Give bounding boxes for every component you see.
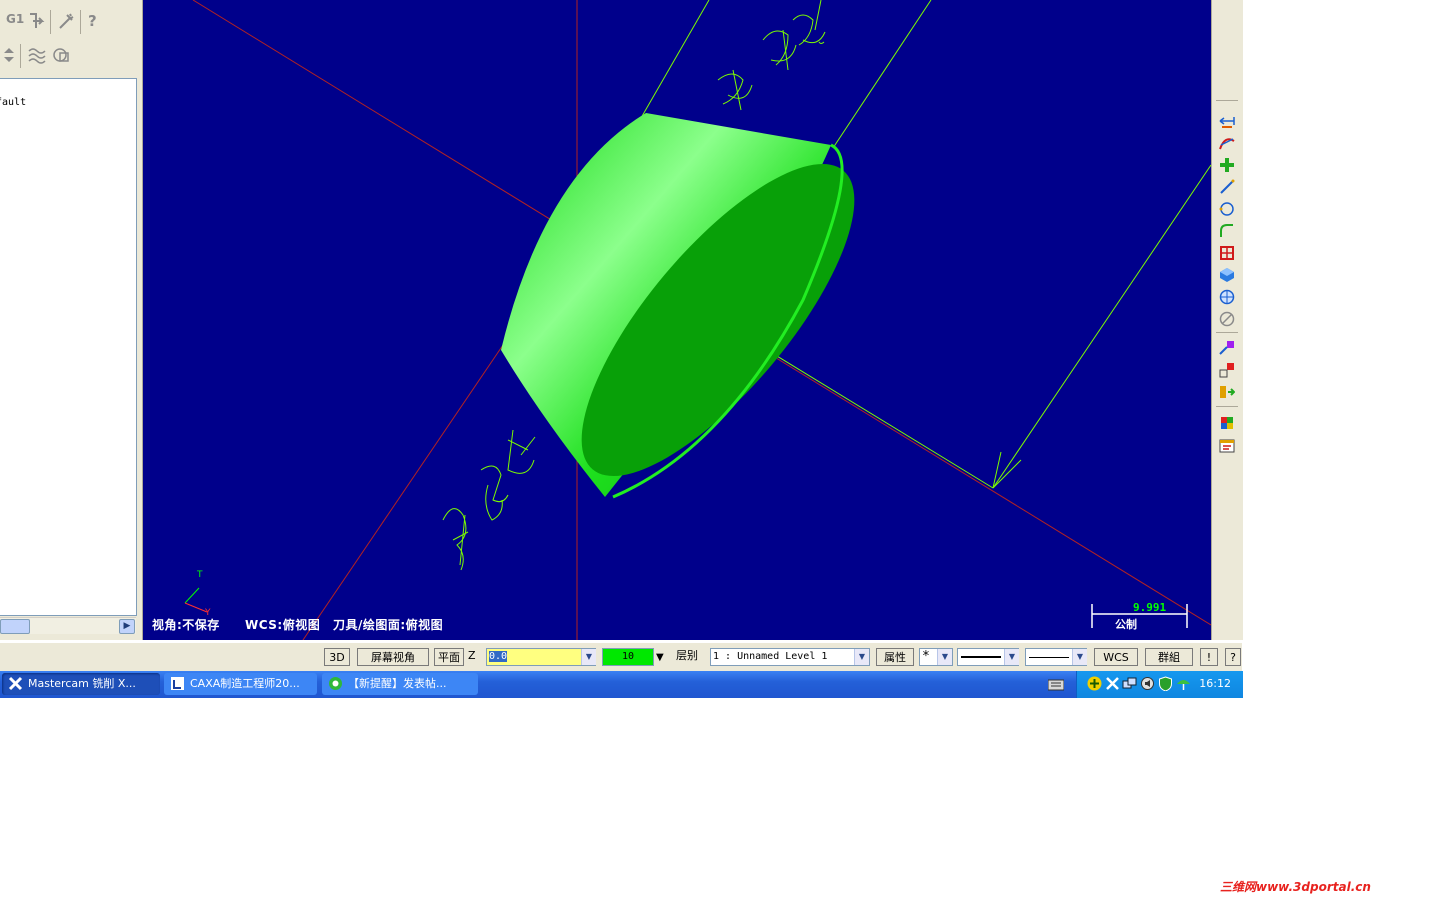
scale-bar: 9.991 公制 <box>1091 600 1191 631</box>
task-label: CAXA制造工程师20... <box>190 677 300 690</box>
point-style-dropdown-icon[interactable]: ▼ <box>937 649 952 665</box>
screen-settings-icon[interactable] <box>1219 438 1235 454</box>
dimension-icon[interactable] <box>1219 113 1235 129</box>
horizontal-scrollbar[interactable]: ▶ <box>0 617 136 634</box>
level-select[interactable]: 1 : Unnamed Level 1 <box>710 648 870 666</box>
help-button[interactable]: ? <box>1225 648 1241 666</box>
group-button[interactable]: 群組 <box>1145 648 1193 666</box>
umbrella-icon[interactable] <box>1176 676 1191 691</box>
system-tray: 16:12 <box>1076 671 1243 698</box>
3d-button[interactable]: 3D <box>324 648 350 666</box>
red-attribute-icon[interactable] <box>1219 362 1235 378</box>
scale-value: 9.991 <box>1133 601 1167 614</box>
scrollbar-thumb[interactable] <box>0 619 30 634</box>
line-tool-icon[interactable] <box>1219 179 1235 195</box>
axis-indicator-icon <box>184 587 208 613</box>
help-button[interactable]: ? <box>88 12 97 32</box>
taskbar-button-browser[interactable]: 【新提醒】发表帖... <box>322 673 478 695</box>
line-width-dropdown-icon[interactable]: ▼ <box>1072 649 1087 665</box>
alert-button[interactable]: ! <box>1200 648 1218 666</box>
screen-view-button[interactable]: 屏幕视角 <box>357 648 429 666</box>
verify-icon[interactable] <box>52 46 70 66</box>
wire-line <box>992 164 1211 489</box>
toolbar-divider <box>80 10 81 34</box>
clock: 16:12 <box>1199 677 1231 690</box>
z-label: Z <box>468 649 476 662</box>
task-label: 【新提醒】发表帖... <box>348 677 447 690</box>
toolbar-divider <box>50 10 51 34</box>
tool-plane-status: 刀具/绘图面:俯视图 <box>333 618 444 632</box>
transform-icon[interactable] <box>1219 384 1235 400</box>
axis-label-top: T <box>197 570 203 580</box>
right-toolbar <box>1211 0 1243 640</box>
axis-line-rising <box>302 344 504 640</box>
add-tray-icon[interactable] <box>1087 676 1102 691</box>
view-status: 视角:不保存 <box>152 618 220 632</box>
fillet-tool-icon[interactable] <box>1219 223 1235 239</box>
solid-box-icon[interactable] <box>1219 267 1235 283</box>
mastercam-tray-icon[interactable] <box>1105 676 1120 691</box>
circle-tool-icon[interactable] <box>1219 201 1235 217</box>
plane-button[interactable]: 平面 <box>434 648 464 666</box>
manager-toolbar-top: G1 ? <box>0 8 140 36</box>
security-shield-icon[interactable] <box>1158 676 1173 691</box>
taskbar-button-mastercam[interactable]: Mastercam 铣削 X... <box>2 673 160 695</box>
graphics-viewport[interactable]: T Y 视角:不保存 WCS:俯视图 刀具/绘图面:俯视图 9.991 公制 <box>143 0 1211 640</box>
magic-wand-icon[interactable] <box>57 12 75 32</box>
spline-icon[interactable] <box>1219 135 1235 151</box>
wire-line <box>832 0 932 149</box>
no-entry-icon[interactable] <box>1219 311 1235 327</box>
wire-line <box>640 0 710 119</box>
volume-icon[interactable] <box>1140 676 1155 691</box>
status-bar: 3D 屏幕视角 平面 Z 0.0 ▼ 10 ▼ 层别 1 : Unnamed L… <box>0 642 1242 671</box>
caxa-icon <box>171 677 184 690</box>
expand-collapse-icon[interactable] <box>2 46 16 66</box>
color-swatch[interactable]: 10 <box>602 648 654 666</box>
level-label: 层别 <box>676 649 698 662</box>
layer-color-icon[interactable] <box>1219 340 1235 356</box>
toolpath-wave-icon[interactable] <box>28 46 46 66</box>
scale-unit: 公制 <box>1115 618 1137 631</box>
color-dropdown-icon[interactable]: ▼ <box>656 652 664 663</box>
network-icon[interactable] <box>1122 676 1137 691</box>
task-label: Mastercam 铣削 X... <box>28 677 136 690</box>
mastercam-icon <box>8 676 23 691</box>
attributes-button[interactable]: 属性 <box>876 648 914 666</box>
wcs-button[interactable]: WCS <box>1094 648 1138 666</box>
globe-icon[interactable] <box>1219 289 1235 305</box>
toolbar-divider <box>1216 100 1238 101</box>
windows-taskbar: Mastercam 铣削 X... CAXA制造工程师20... 【新提醒】发表… <box>0 671 1243 698</box>
toolbar-divider <box>20 44 21 68</box>
browser-icon <box>329 677 342 690</box>
post-arrow-icon[interactable] <box>28 12 46 32</box>
watermark: 三维网www.3dportal.cn <box>1220 880 1371 894</box>
operations-manager-panel: G1 ? fault ▶ <box>0 0 143 640</box>
model-scene <box>184 0 1211 640</box>
z-depth-input[interactable]: 0.0 <box>486 648 596 666</box>
line-style-dropdown-icon[interactable]: ▼ <box>1004 649 1019 665</box>
add-green-cross-icon[interactable] <box>1219 157 1235 173</box>
z-depth-dropdown-icon[interactable]: ▼ <box>581 649 596 665</box>
operations-tree[interactable]: fault <box>0 78 137 616</box>
z-depth-value: 0.0 <box>489 651 508 662</box>
rectangle-grid-icon[interactable] <box>1219 245 1235 261</box>
toolbar-divider <box>1216 332 1238 333</box>
scroll-right-arrow-icon[interactable]: ▶ <box>119 619 135 634</box>
manager-toolbar-bottom <box>0 42 140 70</box>
wcs-status: WCS:俯视图 <box>245 618 321 632</box>
keyboard-icon[interactable] <box>1048 679 1064 691</box>
taskbar-button-caxa[interactable]: CAXA制造工程师20... <box>164 673 317 695</box>
tree-item[interactable]: fault <box>0 97 26 108</box>
toolbar-divider <box>1216 406 1238 407</box>
level-dropdown-icon[interactable]: ▼ <box>854 649 869 665</box>
color-palette-icon[interactable] <box>1219 415 1235 431</box>
g1-button[interactable]: G1 <box>6 12 24 32</box>
